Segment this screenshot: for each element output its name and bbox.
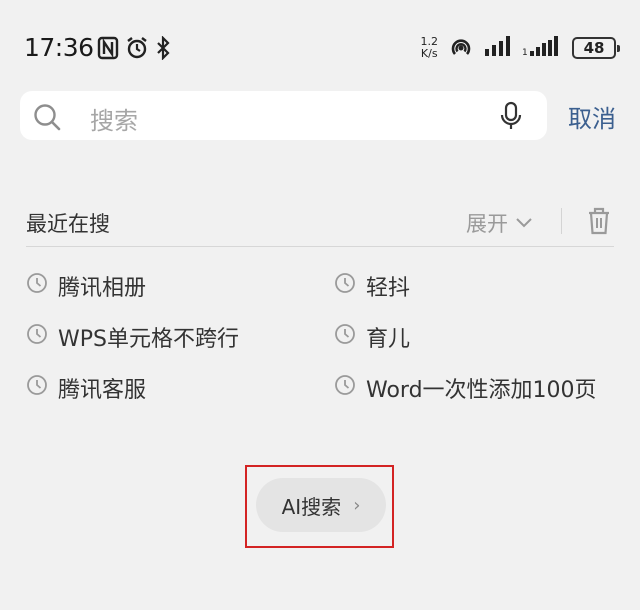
cancel-button[interactable]: 取消 xyxy=(568,99,616,134)
microphone-icon[interactable] xyxy=(499,101,523,135)
chevron-down-icon xyxy=(514,211,534,235)
clock-icon xyxy=(334,323,356,351)
header-divider xyxy=(561,208,562,234)
expand-label: 展开 xyxy=(466,212,508,236)
history-item-label: Word一次性添加100页 xyxy=(366,378,597,403)
battery-level: 48 xyxy=(583,39,605,57)
history-item-label: 育儿 xyxy=(366,327,411,352)
history-item-label: 腾讯客服 xyxy=(58,378,147,403)
clock-icon xyxy=(334,272,356,300)
net-speed: 1.2 K/s xyxy=(421,36,439,60)
hotspot-icon xyxy=(448,34,474,62)
clock-icon xyxy=(334,374,356,402)
alarm-icon xyxy=(125,36,149,60)
history-item[interactable]: 轻抖 xyxy=(334,270,410,302)
svg-text:1: 1 xyxy=(522,48,528,57)
signal-2-icon: 1 xyxy=(522,35,562,61)
battery-icon: 48 xyxy=(572,37,620,59)
search-icon xyxy=(32,102,62,136)
clock-icon xyxy=(26,323,48,351)
search-input[interactable]: 搜索 xyxy=(20,91,547,140)
status-icons-right: 1.2 K/s 1 48 xyxy=(421,34,620,62)
history-item[interactable]: 育儿 xyxy=(334,321,410,353)
history-item[interactable]: 腾讯客服 xyxy=(26,372,146,404)
history-item[interactable]: Word一次性添加100页 xyxy=(334,372,597,404)
annotation-highlight-box xyxy=(245,465,394,548)
nfc-icon xyxy=(97,36,119,60)
history-item[interactable]: WPS单元格不跨行 xyxy=(26,321,239,353)
section-divider xyxy=(26,246,614,247)
status-bar: 17:36 1.2 K/s 1 48 xyxy=(0,0,640,96)
clock-icon xyxy=(26,272,48,300)
history-item[interactable]: 腾讯相册 xyxy=(26,270,146,302)
history-item-label: 轻抖 xyxy=(366,276,411,301)
status-time: 17:36 xyxy=(24,33,94,62)
search-placeholder: 搜索 xyxy=(90,107,138,135)
trash-icon[interactable] xyxy=(586,206,612,240)
history-item-label: WPS单元格不跨行 xyxy=(58,327,239,352)
signal-icon xyxy=(484,35,512,61)
clock-icon xyxy=(26,374,48,402)
history-item-label: 腾讯相册 xyxy=(58,276,147,301)
expand-button[interactable]: 展开 xyxy=(466,208,534,238)
status-icons-left xyxy=(97,36,171,60)
recent-searches-title: 最近在搜 xyxy=(26,212,110,236)
net-speed-unit: K/s xyxy=(420,47,438,60)
bluetooth-icon xyxy=(155,36,171,60)
recent-searches-header: 最近在搜 展开 xyxy=(26,206,614,236)
